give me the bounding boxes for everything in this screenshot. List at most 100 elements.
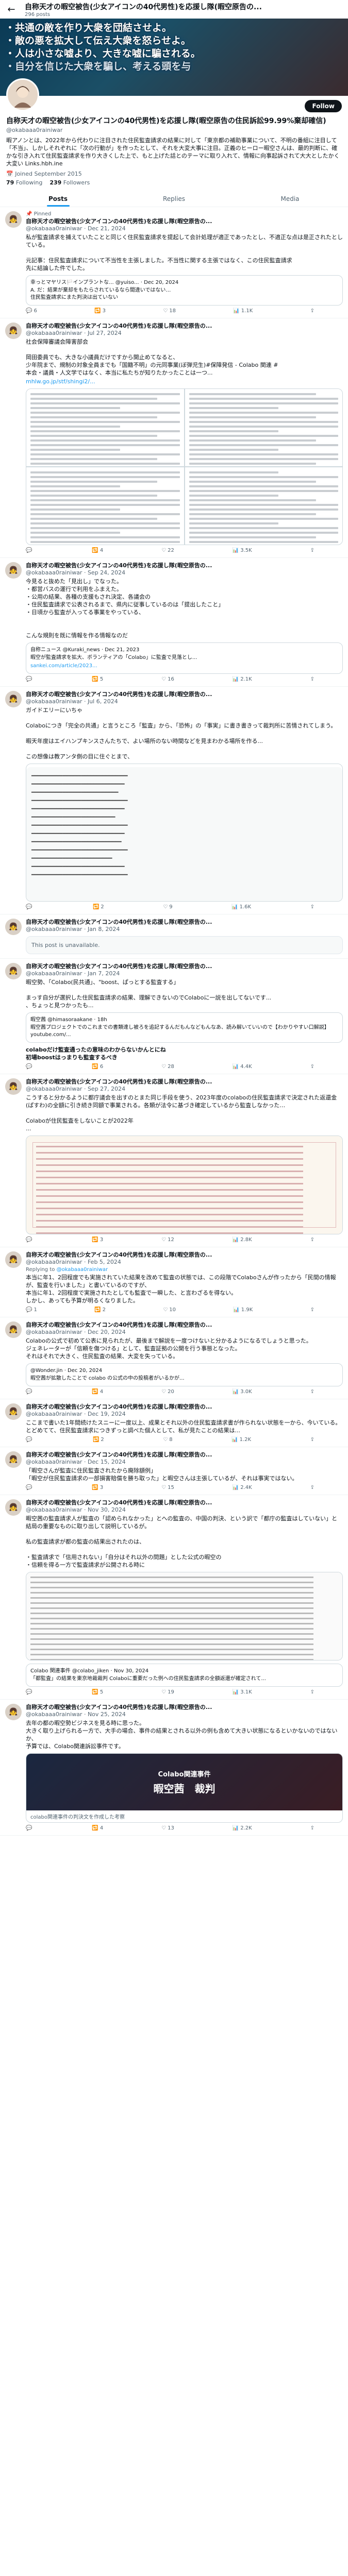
repost-button[interactable]: 🔁 2 bbox=[94, 1307, 106, 1313]
like-button[interactable]: ♡ 13 bbox=[161, 1825, 174, 1831]
girl-avatar-icon[interactable]: 👧 bbox=[5, 1403, 22, 1420]
tab-replies[interactable]: Replies bbox=[116, 190, 232, 207]
views-button[interactable]: 📊 2.2K bbox=[233, 1825, 252, 1831]
views-button[interactable]: 📊 1.2K bbox=[231, 1437, 251, 1443]
quote-tweet[interactable]: 自称ニュース @Kuraki_news · Dec 21, 2023 暇空が監査… bbox=[26, 642, 343, 674]
share-button[interactable]: ⇪ bbox=[310, 1437, 314, 1443]
reply-button[interactable]: 💬 bbox=[26, 1237, 34, 1243]
tweet-media[interactable] bbox=[26, 1572, 343, 1660]
views-button[interactable]: 📊 1.1K bbox=[233, 308, 253, 314]
tab-posts[interactable]: Posts bbox=[0, 190, 116, 207]
reply-button[interactable]: 💬 bbox=[26, 1389, 34, 1395]
views-button[interactable]: 📊 1.6K bbox=[231, 904, 251, 910]
tweet[interactable]: 👧 自称天才の暇空被告(少女アイコンの40代男性)を応援し隊(暇空原告の... … bbox=[0, 914, 348, 959]
profile-banner[interactable]: ・共通の敵を作り大衆を団結させよ。 ・敵の悪を拡大して伝え大衆を怒らせよ。 ・人… bbox=[0, 19, 348, 96]
repost-button[interactable]: 🔁 5 bbox=[92, 676, 103, 682]
share-button[interactable]: ⇪ bbox=[310, 676, 314, 682]
reply-button[interactable]: 💬 bbox=[26, 904, 34, 910]
reply-button[interactable]: 💬 bbox=[26, 1689, 34, 1695]
quote-tweet[interactable]: 暇空茜 @himasoraakane · 18h 暇空茜プロジェクトでのこれまで… bbox=[26, 1012, 343, 1043]
repost-button[interactable]: 🔁 6 bbox=[92, 1064, 103, 1070]
author-handle[interactable]: @okabaaa0rainiwar · Feb 5, 2024 bbox=[26, 1259, 121, 1265]
tweet[interactable]: 👧 自称天才の暇空被告(少女アイコンの40代男性)を応援し隊(暇空原告の... … bbox=[0, 1317, 348, 1399]
like-button[interactable]: ♡ 18 bbox=[163, 308, 176, 314]
author-handle[interactable]: @okabaaa0rainiwar · Jan 7, 2024 bbox=[26, 970, 120, 977]
tweet[interactable]: 👧 自称天才の暇空被告(少女アイコンの40代男性)を応援し隊(暇空原告の... … bbox=[0, 1399, 348, 1447]
reply-button[interactable]: 💬 bbox=[26, 1064, 34, 1070]
girl-avatar-icon[interactable]: 👧 bbox=[5, 919, 22, 935]
tweet[interactable]: 👧 📌 Pinned 自称天才の暇空被告(少女アイコンの40代男性)を応援し隊(… bbox=[0, 207, 348, 318]
follow-button[interactable]: Follow bbox=[305, 100, 342, 112]
tweet-media[interactable]: ━━━━━━━━━━━━━━━━━━━━━━━━━━━━━━━ ━━━━━━━━… bbox=[26, 764, 343, 902]
like-button[interactable]: ♡ 20 bbox=[161, 1389, 174, 1395]
repost-button[interactable]: 🔁 2 bbox=[93, 1437, 104, 1443]
tweet-media[interactable] bbox=[26, 388, 343, 545]
repost-button[interactable]: 🔁 2 bbox=[93, 904, 104, 910]
tweet[interactable]: 👧 自称天才の暇空被告(少女アイコンの40代男性)を応援し隊(暇空原告の... … bbox=[0, 1074, 348, 1247]
share-button[interactable]: ⇪ bbox=[310, 548, 314, 553]
arrow-left-icon[interactable]: ← bbox=[5, 4, 18, 15]
author-name[interactable]: 自称天才の暇空被告(少女アイコンの40代男性)を応援し隊(暇空原告の... bbox=[26, 1403, 212, 1410]
quote-tweet[interactable]: 幸っとマヤリス🏳️インプラントな... @yuiso... · Dec 20, … bbox=[26, 275, 343, 306]
share-button[interactable]: ⇪ bbox=[310, 308, 314, 314]
repost-button[interactable]: 🔁 4 bbox=[92, 1825, 103, 1831]
like-button[interactable]: ♡ 8 bbox=[163, 1437, 172, 1443]
author-name[interactable]: 自称天才の暇空被告(少女アイコンの40代男性)を応援し隊(暇空原告の... bbox=[26, 1499, 212, 1506]
tweet-media[interactable] bbox=[26, 1136, 343, 1234]
document-image[interactable] bbox=[185, 389, 342, 466]
views-button[interactable]: 📊 4.4K bbox=[233, 1064, 252, 1070]
girl-avatar-icon[interactable]: 👧 bbox=[5, 323, 22, 339]
girl-avatar-icon[interactable]: 👧 bbox=[5, 691, 22, 707]
reply-button[interactable]: 💬 bbox=[26, 1485, 34, 1490]
author-handle[interactable]: @okabaaa0rainiwar · Nov 25, 2024 bbox=[26, 1711, 126, 1718]
views-button[interactable]: 📊 2.4K bbox=[233, 1485, 252, 1490]
tweet[interactable]: 👧 自称天才の暇空被告(少女アイコンの40代男性)を応援し隊(暇空原告の... … bbox=[0, 959, 348, 1074]
author-name[interactable]: 自称天才の暇空被告(少女アイコンの40代男性)を応援し隊(暇空原告の... bbox=[26, 218, 212, 225]
views-button[interactable]: 📊 3.1K bbox=[233, 1689, 252, 1695]
tweet[interactable]: 👧 自称天才の暇空被告(少女アイコンの40代男性)を応援し隊(暇空原告の... … bbox=[0, 1700, 348, 1836]
girl-avatar-icon[interactable]: 👧 bbox=[5, 1704, 22, 1720]
girl-avatar-icon[interactable]: 👧 bbox=[5, 211, 22, 228]
repost-button[interactable]: 🔁 3 bbox=[92, 1485, 103, 1490]
reply-button[interactable]: 💬 1 bbox=[26, 1307, 37, 1313]
repost-button[interactable]: 🔁 4 bbox=[92, 548, 103, 553]
girl-avatar-icon[interactable]: 👧 bbox=[5, 1451, 22, 1468]
girl-avatar-icon[interactable] bbox=[6, 78, 39, 111]
share-button[interactable]: ⇪ bbox=[310, 1064, 314, 1070]
girl-avatar-icon[interactable]: 👧 bbox=[5, 1499, 22, 1516]
tweet[interactable]: 👧 自称天才の暇空被告(少女アイコンの40代男性)を応援し隊(暇空原告の... … bbox=[0, 1247, 348, 1317]
share-button[interactable]: ⇪ bbox=[310, 1389, 314, 1395]
tweet[interactable]: 👧 自称天才の暇空被告(少女アイコンの40代男性)を応援し隊(暇空原告の... … bbox=[0, 1495, 348, 1700]
author-name[interactable]: 自称天才の暇空被告(少女アイコンの40代男性)を応援し隊(暇空原告の... bbox=[26, 1078, 212, 1085]
like-button[interactable]: ♡ 19 bbox=[161, 1689, 174, 1695]
author-handle[interactable]: @okabaaa0rainiwar · Sep 27, 2024 bbox=[26, 1086, 125, 1092]
quote-tweet[interactable]: @Wonder.jin · Dec 20, 2024 暇空茜が拡散したことで c… bbox=[26, 1363, 343, 1386]
author-handle[interactable]: @okabaaa0rainiwar · Dec 21, 2024 bbox=[26, 225, 126, 232]
author-handle[interactable]: @okabaaa0rainiwar · Jan 8, 2024 bbox=[26, 926, 120, 933]
author-name[interactable]: 自称天才の暇空被告(少女アイコンの40代男性)を応援し隊(暇空原告の... bbox=[26, 323, 212, 329]
replying-to-handle[interactable]: @okabaaa0rainiwar bbox=[57, 1267, 108, 1273]
views-button[interactable]: 📊 2.1K bbox=[233, 676, 252, 682]
author-handle[interactable]: @okabaaa0rainiwar · Jul 6, 2024 bbox=[26, 698, 118, 705]
notice-document-image[interactable] bbox=[26, 1572, 342, 1660]
author-handle[interactable]: @okabaaa0rainiwar · Dec 20, 2024 bbox=[26, 1329, 126, 1335]
author-name[interactable]: 自称天才の暇空被告(少女アイコンの40代男性)を応援し隊(暇空原告の... bbox=[26, 963, 212, 970]
like-button[interactable]: ♡ 28 bbox=[161, 1064, 174, 1070]
girl-avatar-icon[interactable]: 👧 bbox=[5, 1321, 22, 1338]
share-button[interactable]: ⇪ bbox=[310, 1307, 314, 1313]
author-handle[interactable]: @okabaaa0rainiwar · Jul 27, 2024 bbox=[26, 330, 122, 336]
share-button[interactable]: ⇪ bbox=[310, 1485, 314, 1490]
author-handle[interactable]: @okabaaa0rainiwar · Sep 24, 2024 bbox=[26, 569, 125, 576]
tab-media[interactable]: Media bbox=[232, 190, 348, 207]
author-name[interactable]: 自称天才の暇空被告(少女アイコンの40代男性)を応援し隊(暇空原告の... bbox=[26, 1451, 212, 1458]
author-name[interactable]: 自称天才の暇空被告(少女アイコンの40代男性)を応援し隊(暇空原告の... bbox=[26, 1321, 212, 1328]
repost-button[interactable]: 🔁 3 bbox=[94, 308, 106, 314]
like-button[interactable]: ♡ 10 bbox=[163, 1307, 176, 1313]
tweet[interactable]: 👧 自称天才の暇空被告(少女アイコンの40代男性)を応援し隊(暇空原告の... … bbox=[0, 1447, 348, 1495]
views-button[interactable]: 📊 1.9K bbox=[233, 1307, 253, 1313]
reply-button[interactable]: 💬 bbox=[26, 1437, 34, 1443]
reply-button[interactable]: 💬 bbox=[26, 1825, 34, 1831]
views-button[interactable]: 📊 3.0K bbox=[233, 1389, 252, 1395]
girl-avatar-icon[interactable]: 👧 bbox=[5, 1078, 22, 1095]
share-button[interactable]: ⇪ bbox=[310, 1689, 314, 1695]
